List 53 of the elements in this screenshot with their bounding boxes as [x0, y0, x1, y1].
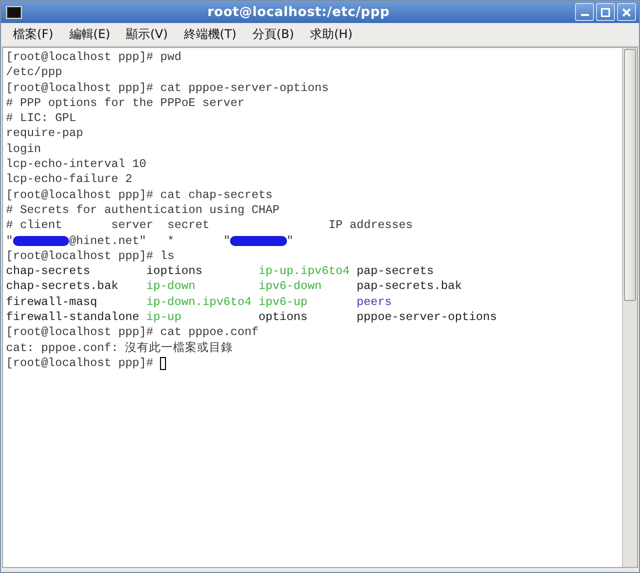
terminal-text: # client server secret IP addresses [6, 218, 413, 234]
scrollbar[interactable] [622, 48, 637, 567]
terminal-text: /etc/ppp [6, 65, 62, 81]
file-name: ip-up [146, 310, 182, 326]
menu-item[interactable]: 終端機(T) [178, 24, 242, 45]
file-name: pap-secrets.bak [356, 279, 462, 295]
redaction-scribble [13, 236, 70, 246]
terminal-text: [root@localhost ppp]# cat chap-secrets [6, 188, 273, 203]
terminal-text: [root@localhost ppp]# cat pppoe-server-options [6, 80, 329, 96]
file-name: ipv6-up [258, 294, 308, 310]
terminal-icon [6, 6, 22, 18]
file-name: ip-down [146, 279, 196, 295]
file-name: chap-secrets [6, 264, 90, 280]
file-name: pap-secrets [356, 264, 434, 280]
file-name: pppoe-server-options [356, 310, 497, 326]
menu-item[interactable]: 檔案(F) [7, 24, 60, 45]
terminal-text: cat: pppoe.conf: 沒有此一檔案或目錄 [6, 340, 234, 356]
file-name: ioptions [146, 264, 202, 280]
terminal-text: # Secrets for authentication using CHAP [6, 202, 280, 218]
terminal-text: [root@localhost ppp]# cat pppoe.conf [6, 325, 258, 341]
file-name: peers [356, 294, 392, 310]
terminal-text: " [286, 234, 294, 249]
maximize-icon [601, 8, 610, 16]
file-name: ipv6-down [258, 279, 322, 295]
terminal-text: # LIC: GPL [6, 111, 76, 126]
terminal-text: lcp-echo-interval 10 [6, 157, 146, 172]
file-name: options [258, 310, 308, 326]
terminal-text: @hinet.net" * " [69, 234, 230, 249]
file-name: firewall-masq [6, 294, 98, 310]
menu-item[interactable]: 顯示(V) [120, 24, 174, 45]
menu-item[interactable]: 分頁(B) [246, 24, 300, 45]
terminal-text: " [6, 234, 14, 249]
minimize-button[interactable] [575, 3, 594, 21]
terminal-text: [root@localhost ppp]# pwd [6, 50, 182, 66]
redaction-scribble [230, 236, 287, 246]
close-button[interactable] [617, 3, 636, 21]
close-icon [622, 8, 631, 16]
terminal-text: lcp-echo-failure 2 [6, 172, 132, 188]
cursor-icon [160, 357, 166, 370]
terminal-text: require-pap [6, 126, 84, 142]
file-name: firewall-standalone [6, 310, 140, 326]
file-name: ip-down.ipv6to4 [146, 294, 252, 310]
terminal-text: login [6, 142, 42, 158]
terminal-text: # PPP options for the PPPoE server [6, 96, 244, 112]
file-name: chap-secrets.bak [6, 279, 118, 295]
window-title: root@localhost:/etc/ppp [206, 4, 391, 20]
menu-item[interactable]: 編輯(E) [63, 24, 116, 45]
scrollbar-thumb[interactable] [624, 49, 636, 301]
terminal-text: [root@localhost ppp]# [6, 356, 154, 372]
menu-item[interactable]: 求助(H) [304, 24, 358, 45]
file-name: ip-up.ipv6to4 [258, 264, 350, 280]
terminal-text: [root@localhost ppp]# ls [6, 248, 174, 264]
maximize-button[interactable] [596, 3, 615, 21]
